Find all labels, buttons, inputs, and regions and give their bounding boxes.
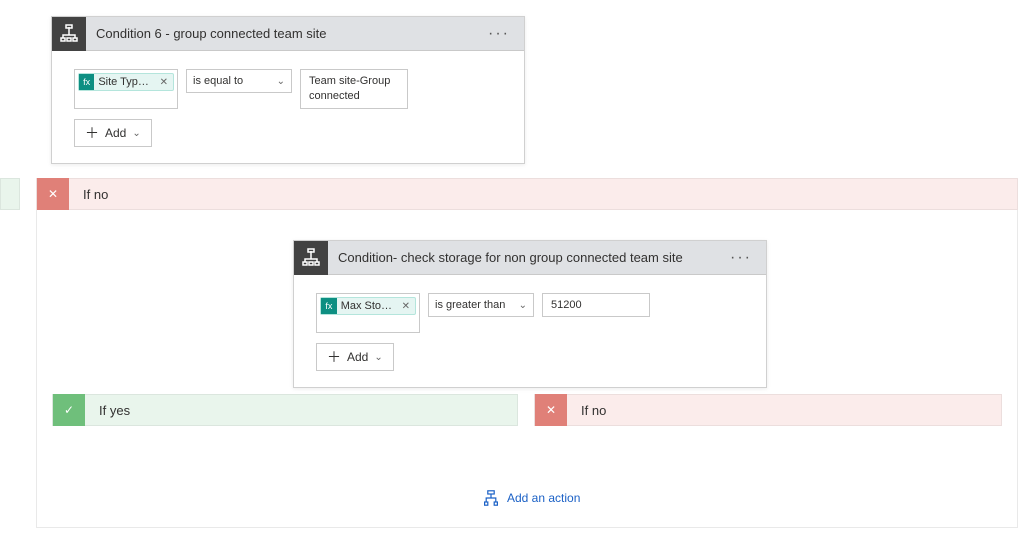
- condition-card-1-body: fx Site Type… ✕ is equal to ⌄ Team site-…: [52, 51, 524, 163]
- operator-text: is greater than: [435, 299, 505, 311]
- condition1-add-button[interactable]: ＋ Add ⌄: [74, 119, 152, 147]
- chevron-down-icon: ⌄: [132, 128, 140, 139]
- add-label: Add: [105, 126, 126, 140]
- condition-card-1-header[interactable]: Condition 6 - group connected team site …: [52, 17, 524, 51]
- condition-icon: [52, 17, 86, 51]
- fx-icon: fx: [321, 298, 337, 314]
- branch-label: If yes: [85, 403, 130, 418]
- branch-label: If no: [69, 187, 108, 202]
- condition2-left-operand[interactable]: fx Max Stor… ✕: [316, 293, 420, 333]
- x-icon-square: ✕: [37, 178, 69, 210]
- chevron-down-icon: ⌄: [519, 300, 527, 311]
- pill-label: Site Type…: [98, 76, 152, 88]
- condition-card-2-title: Condition- check storage for non group c…: [338, 250, 716, 265]
- condition-card-1: Condition 6 - group connected team site …: [51, 16, 525, 164]
- operator-text: is equal to: [193, 75, 243, 87]
- condition2-operator-select[interactable]: is greater than ⌄: [428, 293, 534, 317]
- if-yes-sliver-left: [0, 178, 20, 210]
- condition1-left-operand[interactable]: fx Site Type… ✕: [74, 69, 178, 109]
- condition-icon: [294, 241, 328, 275]
- remove-pill-button[interactable]: ✕: [157, 77, 171, 88]
- condition2-value-input[interactable]: 51200: [542, 293, 650, 317]
- branch-if-no-nested[interactable]: ✕ If no: [534, 394, 1002, 426]
- dynamic-content-pill-site-type[interactable]: fx Site Type… ✕: [78, 73, 174, 91]
- condition-card-2-header[interactable]: Condition- check storage for non group c…: [294, 241, 766, 275]
- card-1-menu-button[interactable]: ···: [484, 25, 514, 43]
- add-action-link[interactable]: Add an action: [483, 490, 580, 506]
- condition1-value-input[interactable]: Team site-Group connected: [300, 69, 408, 109]
- pill-label: Max Stor…: [341, 300, 395, 312]
- x-icon: ✕: [546, 403, 556, 417]
- value-text: 51200: [551, 298, 582, 313]
- plus-icon: ＋: [85, 123, 99, 143]
- check-icon: ✓: [64, 403, 74, 417]
- branch-if-no-top[interactable]: ✕ If no: [36, 178, 1018, 210]
- dynamic-content-pill-max-storage[interactable]: fx Max Stor… ✕: [320, 297, 416, 315]
- remove-pill-button[interactable]: ✕: [399, 301, 413, 312]
- condition1-operator-select[interactable]: is equal to ⌄: [186, 69, 292, 93]
- condition-card-2-body: fx Max Stor… ✕ is greater than ⌄ 51200 ＋…: [294, 275, 766, 387]
- condition2-add-button[interactable]: ＋ Add ⌄: [316, 343, 394, 371]
- card-2-menu-button[interactable]: ···: [726, 249, 756, 267]
- branch-label: If no: [567, 403, 606, 418]
- check-icon-square: ✓: [53, 394, 85, 426]
- condition-card-2: Condition- check storage for non group c…: [293, 240, 767, 388]
- branch-if-yes[interactable]: ✓ If yes: [52, 394, 518, 426]
- x-icon: ✕: [48, 187, 58, 201]
- x-icon-square: ✕: [535, 394, 567, 426]
- add-action-icon: [483, 490, 499, 506]
- add-action-label: Add an action: [507, 491, 580, 505]
- add-label: Add: [347, 350, 368, 364]
- condition-card-1-title: Condition 6 - group connected team site: [96, 26, 474, 41]
- fx-icon: fx: [79, 74, 94, 90]
- value-text: Team site-Group connected: [309, 75, 390, 102]
- chevron-down-icon: ⌄: [277, 76, 285, 87]
- plus-icon: ＋: [327, 347, 341, 367]
- chevron-down-icon: ⌄: [374, 352, 382, 363]
